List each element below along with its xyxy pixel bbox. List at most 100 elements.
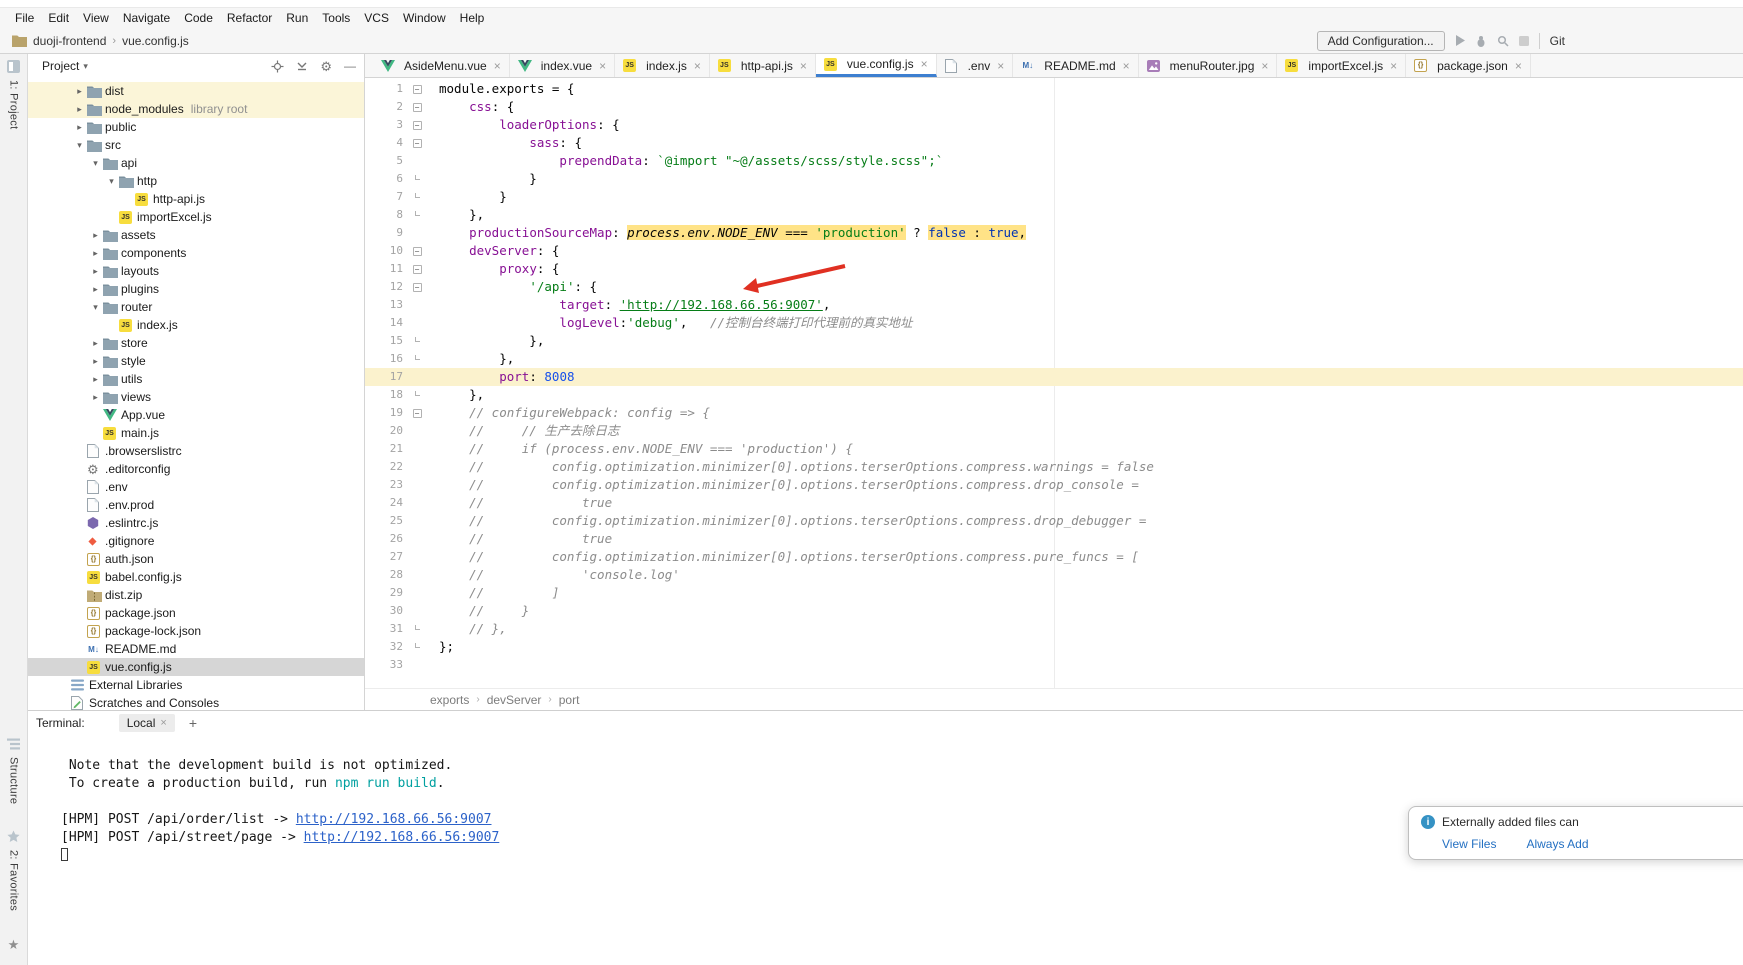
project-panel-title[interactable]: Project [42, 59, 79, 73]
chevron-right-icon[interactable]: ▸ [88, 338, 103, 349]
menu-item-run[interactable]: Run [279, 8, 315, 28]
close-icon[interactable]: × [599, 59, 606, 73]
close-icon[interactable]: × [694, 59, 701, 73]
tree-item-src[interactable]: ▾src [28, 136, 364, 154]
tree-item-store[interactable]: ▸store [28, 334, 364, 352]
fold-end-icon[interactable] [415, 625, 420, 630]
fold-end-icon[interactable] [415, 193, 420, 198]
terminal-link[interactable]: http://192.168.66.56:9007 [304, 830, 500, 845]
hide-panel-icon[interactable]: ― [344, 59, 356, 73]
tree-item-assets[interactable]: ▸assets [28, 226, 364, 244]
fold-end-icon[interactable] [415, 175, 420, 180]
tree-item-dist-zip[interactable]: dist.zip [28, 586, 364, 604]
code-editor[interactable]: 1−module.exports = {2− css: {3− loaderOp… [365, 78, 1743, 688]
breadcrumb-file[interactable]: vue.config.js [122, 34, 189, 48]
tree-item-main-js[interactable]: JSmain.js [28, 424, 364, 442]
tree-item-scratches-and-consoles[interactable]: Scratches and Consoles [28, 694, 364, 710]
chevron-down-icon[interactable]: ▾ [88, 158, 103, 169]
tree-item-importexcel-js[interactable]: JSimportExcel.js [28, 208, 364, 226]
chevron-right-icon[interactable]: ▸ [88, 230, 103, 241]
fold-marker-icon[interactable]: − [413, 139, 422, 148]
close-icon[interactable]: × [1123, 59, 1130, 73]
close-icon[interactable]: × [921, 57, 928, 71]
tree-item-router[interactable]: ▾router [28, 298, 364, 316]
run-icon[interactable] [1455, 35, 1465, 46]
tab-http-api-js[interactable]: JShttp-api.js× [710, 54, 816, 77]
tree-item-vue-config-js[interactable]: JSvue.config.js [28, 658, 364, 676]
always-add-link[interactable]: Always Add [1526, 837, 1588, 851]
fold-end-icon[interactable] [415, 337, 420, 342]
tab-index-vue[interactable]: index.vue× [510, 54, 615, 77]
stripe-item-1-project[interactable]: 1: Project [7, 60, 20, 129]
chevron-down-icon[interactable]: ▾ [72, 140, 87, 151]
close-icon[interactable]: × [1390, 59, 1397, 73]
menu-item-code[interactable]: Code [177, 8, 220, 28]
tab-env[interactable]: .env× [937, 54, 1014, 77]
stripe-item-structure[interactable]: Structure [7, 738, 20, 804]
tree-item-eslintrc-js[interactable]: .eslintrc.js [28, 514, 364, 532]
breadcrumb-project[interactable]: duoji-frontend [33, 34, 106, 48]
close-icon[interactable]: × [997, 59, 1004, 73]
menu-item-window[interactable]: Window [396, 8, 453, 28]
fold-marker-icon[interactable]: − [413, 103, 422, 112]
debug-icon[interactable] [1475, 35, 1487, 47]
fold-marker-icon[interactable]: − [413, 283, 422, 292]
fold-marker-icon[interactable]: − [413, 409, 422, 418]
fold-end-icon[interactable] [415, 211, 420, 216]
chevron-right-icon[interactable]: ▸ [72, 104, 87, 115]
tree-item-auth-json[interactable]: {}auth.json [28, 550, 364, 568]
stripe-item-2-favorites[interactable]: 2: Favorites [7, 830, 20, 911]
git-label[interactable]: Git [1550, 34, 1565, 48]
fold-column[interactable]: − [409, 278, 425, 296]
tab-readme-md[interactable]: M↓README.md× [1013, 54, 1138, 77]
tree-item-http[interactable]: ▾http [28, 172, 364, 190]
code-link[interactable]: 'http://192.168.66.56:9007' [620, 297, 823, 312]
chevron-right-icon[interactable]: ▸ [88, 266, 103, 277]
tree-item-plugins[interactable]: ▸plugins [28, 280, 364, 298]
fold-end-icon[interactable] [415, 355, 420, 360]
tree-item-components[interactable]: ▸components [28, 244, 364, 262]
fold-end-icon[interactable] [415, 643, 420, 648]
menu-item-edit[interactable]: Edit [41, 8, 76, 28]
fold-marker-icon[interactable]: − [413, 247, 422, 256]
terminal-link[interactable]: http://192.168.66.56:9007 [296, 812, 492, 827]
fold-end-icon[interactable] [415, 391, 420, 396]
tree-item-babel-config-js[interactable]: JSbabel.config.js [28, 568, 364, 586]
chevron-right-icon[interactable]: ▸ [88, 356, 103, 367]
collapse-all-icon[interactable] [296, 60, 308, 72]
tree-item-dist[interactable]: ▸dist [28, 82, 364, 100]
tree-item-utils[interactable]: ▸utils [28, 370, 364, 388]
fold-column[interactable]: − [409, 242, 425, 260]
fold-marker-icon[interactable]: − [413, 85, 422, 94]
tree-item-views[interactable]: ▸views [28, 388, 364, 406]
tab-package-json[interactable]: {}package.json× [1406, 54, 1531, 77]
add-configuration-button[interactable]: Add Configuration... [1317, 31, 1445, 51]
stop-icon[interactable] [1519, 36, 1529, 46]
close-icon[interactable]: × [494, 59, 501, 73]
tree-item-style[interactable]: ▸style [28, 352, 364, 370]
tab-importexcel-js[interactable]: JSimportExcel.js× [1277, 54, 1406, 77]
close-icon[interactable]: × [800, 59, 807, 73]
breadcrumb-port[interactable]: port [559, 693, 580, 707]
fold-marker-icon[interactable]: − [413, 121, 422, 130]
tree-item-package-lock-json[interactable]: {}package-lock.json [28, 622, 364, 640]
menu-item-tools[interactable]: Tools [315, 8, 357, 28]
chevron-right-icon[interactable]: ▸ [72, 86, 87, 97]
view-files-link[interactable]: View Files [1442, 837, 1496, 851]
fold-column[interactable]: − [409, 404, 425, 422]
tree-item-external-libraries[interactable]: External Libraries [28, 676, 364, 694]
tree-item-app-vue[interactable]: App.vue [28, 406, 364, 424]
fold-column[interactable]: − [409, 98, 425, 116]
tab-index-js[interactable]: JSindex.js× [615, 54, 710, 77]
tree-item-env-prod[interactable]: .env.prod [28, 496, 364, 514]
tab-menurouter-jpg[interactable]: menuRouter.jpg× [1139, 54, 1278, 77]
chevron-right-icon[interactable]: ▸ [88, 374, 103, 385]
chevron-right-icon[interactable]: ▸ [72, 122, 87, 133]
close-icon[interactable]: × [1261, 59, 1268, 73]
tree-item-readme-md[interactable]: M↓README.md [28, 640, 364, 658]
menu-item-help[interactable]: Help [453, 8, 492, 28]
search-icon[interactable] [1497, 35, 1509, 47]
chevron-right-icon[interactable]: ▸ [88, 284, 103, 295]
tree-item-public[interactable]: ▸public [28, 118, 364, 136]
tab-asidemenu-vue[interactable]: AsideMenu.vue× [373, 54, 510, 77]
